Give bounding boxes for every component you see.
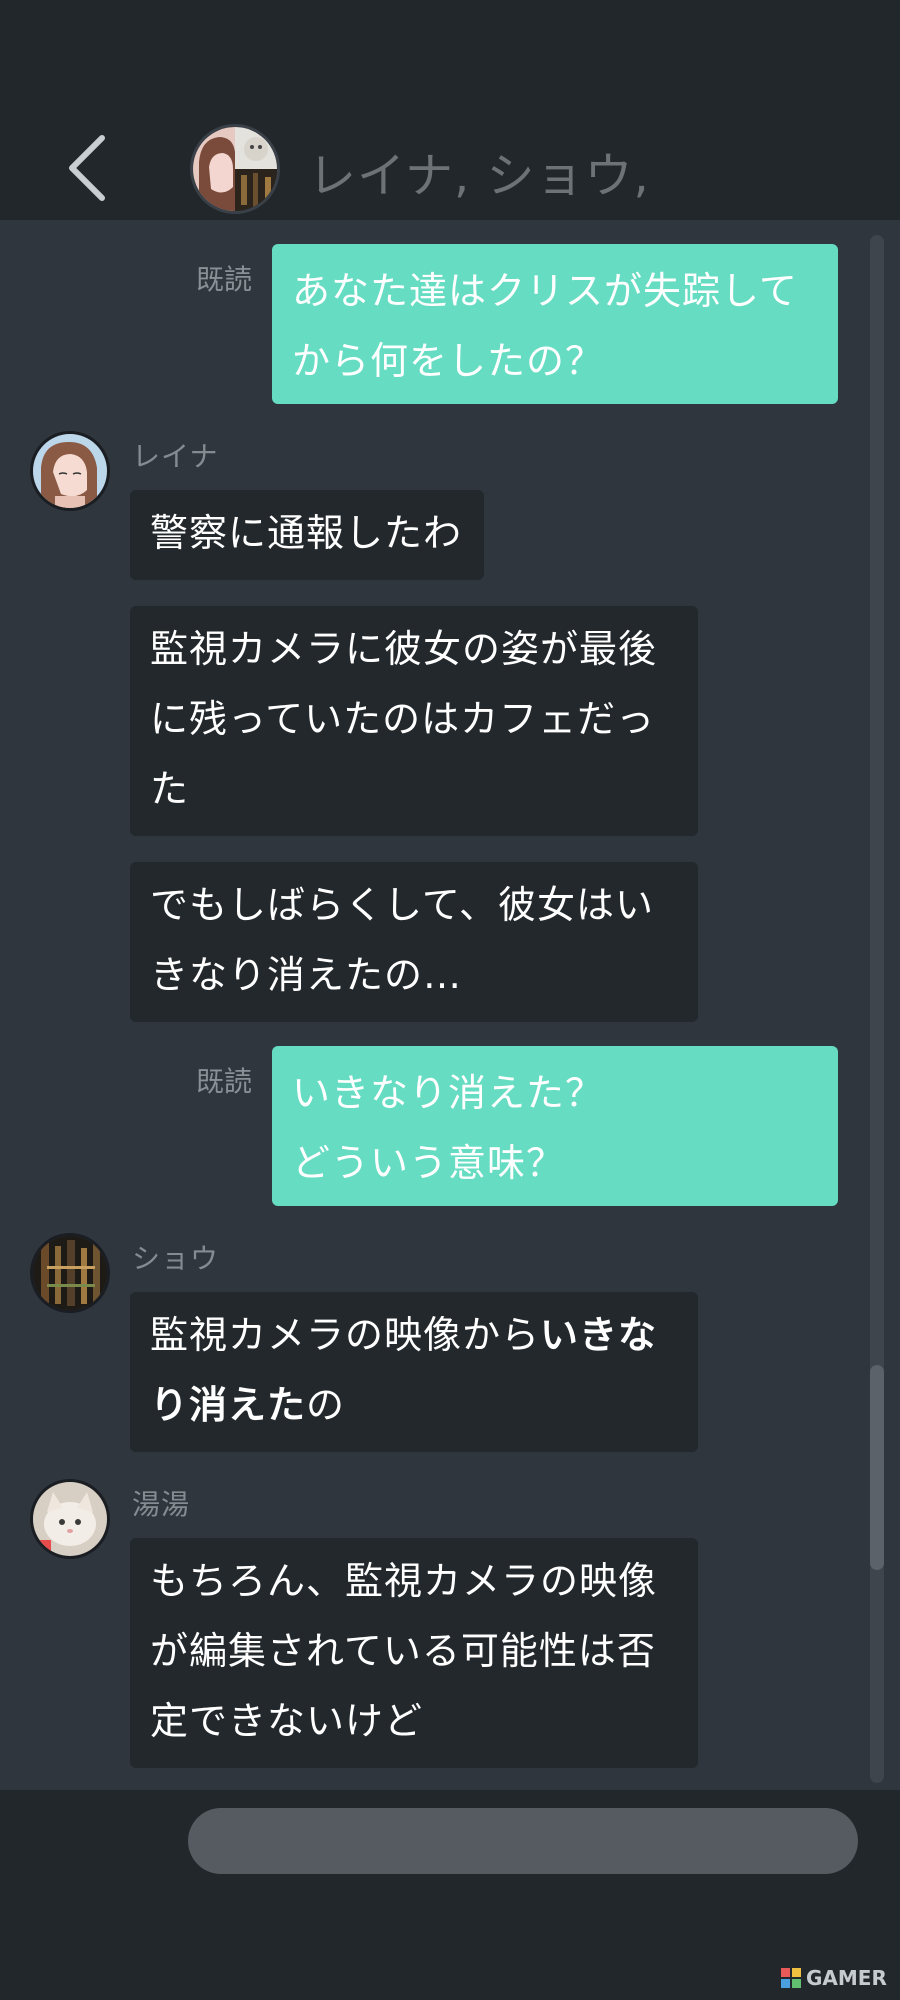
message-line: り消えたの [150, 1370, 678, 1440]
avatar-shou[interactable] [30, 1233, 110, 1313]
read-receipt: 既読 [196, 1065, 253, 1098]
read-receipt: 既読 [196, 263, 253, 296]
chevron-left-icon [69, 135, 105, 201]
message-line: た [150, 767, 190, 811]
avatar-reina[interactable] [30, 431, 110, 511]
watermark-text: GAMER [806, 1966, 887, 1990]
reina-avatar-image [33, 434, 107, 508]
message-input[interactable] [188, 1808, 858, 1874]
chat-header: レイナ, ショウ, [0, 0, 900, 220]
message-line: に残っていたのはカフェだっ [150, 697, 656, 741]
outgoing-message-bubble[interactable]: あなた達はクリスが失踪して から何をしたの？ [272, 244, 838, 404]
incoming-message-bubble[interactable]: 警察に通報したわ [130, 490, 484, 580]
sender-name: 湯湯 [132, 1488, 191, 1521]
group-avatar-image [193, 127, 277, 211]
message-line: から何をしたの？ [292, 339, 605, 383]
shou-avatar-image [33, 1236, 107, 1310]
message-text: の [306, 1383, 346, 1427]
sender-name: レイナ [132, 440, 219, 473]
message-line: もちろん、監視カメラの映像 [150, 1559, 658, 1603]
sender-name: ショウ [132, 1242, 220, 1275]
message-text: 監視カメラの映像から [150, 1313, 541, 1357]
outgoing-message-bubble[interactable]: いきなり消えた？ どういう意味？ [272, 1046, 838, 1206]
message-line: 監視カメラに彼女の姿が最後 [150, 627, 658, 671]
incoming-message-bubble[interactable]: でもしばらくして、彼女はい きなり消えたの… [130, 862, 698, 1022]
chat-title: レイナ, ショウ, [308, 148, 650, 204]
message-line: が編集されている可能性は否 [150, 1629, 656, 1673]
group-avatar[interactable] [190, 124, 280, 214]
message-line: 定できないけど [150, 1699, 424, 1743]
message-line: いきなり消えた？ [292, 1071, 605, 1115]
message-line: あなた達はクリスが失踪して [292, 269, 798, 313]
message-line: きなり消えたの… [150, 953, 463, 997]
incoming-message-bubble[interactable]: 監視カメラの映像からいきな り消えたの [130, 1292, 698, 1452]
back-button[interactable] [60, 128, 120, 208]
message-line: 警察に通報したわ [150, 511, 463, 555]
incoming-message-bubble[interactable]: もちろん、監視カメラの映像 が編集されている可能性は否 定できないけど [130, 1538, 698, 1768]
message-text-bold: いきな [540, 1313, 658, 1357]
message-text-bold: り消えた [150, 1383, 307, 1427]
gamer-logo-icon [781, 1968, 801, 1988]
scrollbar-thumb[interactable] [870, 1365, 884, 1570]
watermark: GAMER [780, 1965, 887, 1991]
message-line: でもしばらくして、彼女はい [150, 883, 654, 927]
avatar-tangtang[interactable] [30, 1479, 110, 1559]
message-line: どういう意味？ [292, 1141, 566, 1185]
tangtang-avatar-image [33, 1482, 107, 1556]
incoming-message-bubble[interactable]: 監視カメラに彼女の姿が最後 に残っていたのはカフェだっ た [130, 606, 698, 836]
message-line: 監視カメラの映像からいきな [150, 1300, 678, 1370]
